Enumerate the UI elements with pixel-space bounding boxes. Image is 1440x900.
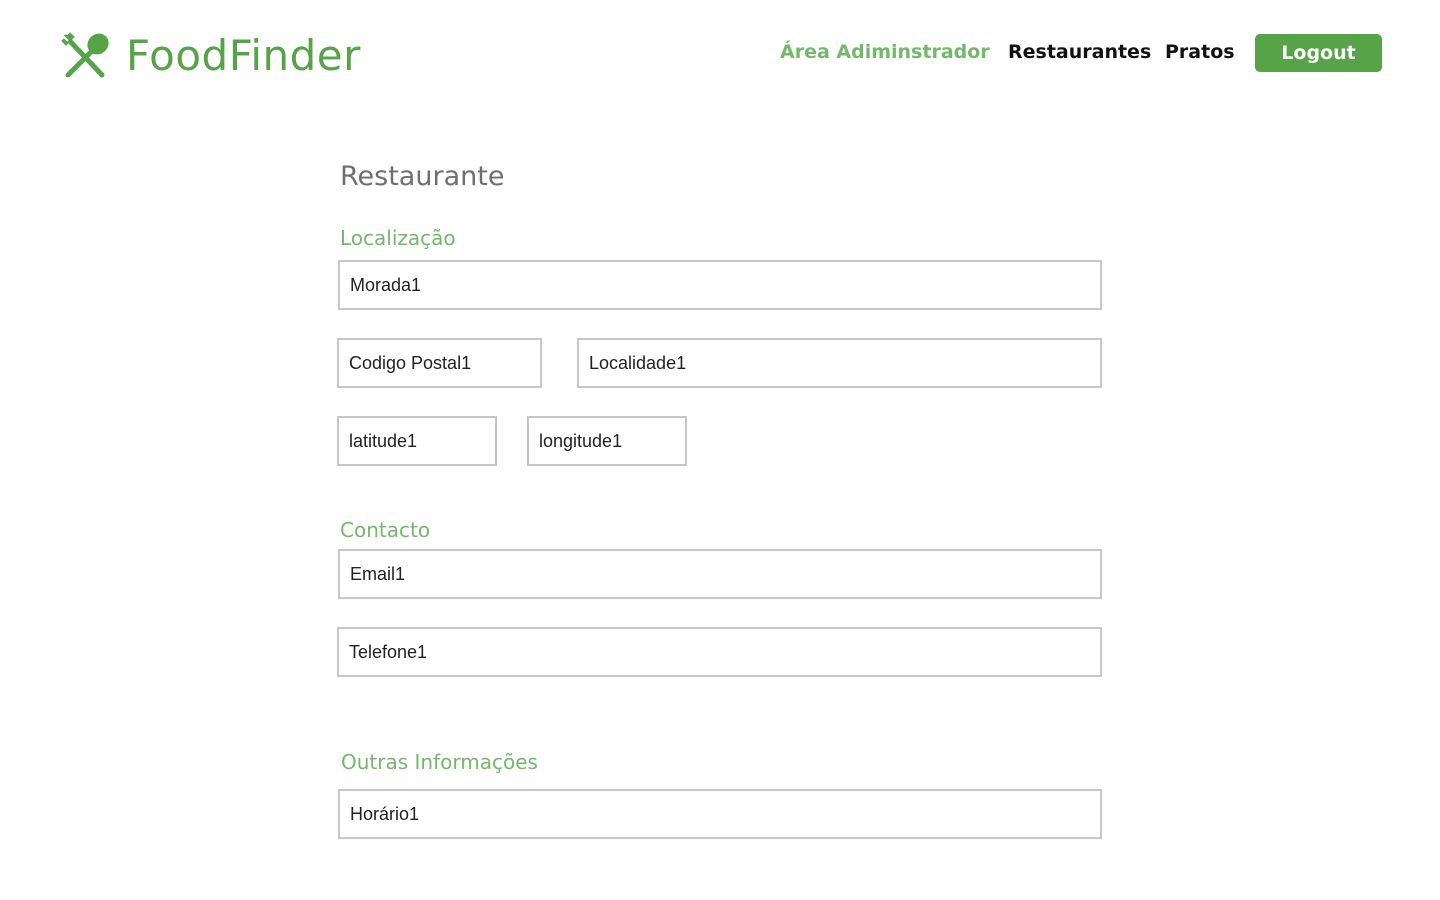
nav-link-dishes[interactable]: Pratos xyxy=(1165,40,1235,64)
email-input[interactable] xyxy=(338,549,1102,599)
logout-button[interactable]: Logout xyxy=(1255,34,1382,72)
latitude-input[interactable] xyxy=(337,416,497,466)
longitude-input[interactable] xyxy=(527,416,687,466)
section-heading-location: Localização xyxy=(340,226,456,250)
postal-code-input[interactable] xyxy=(337,338,542,388)
phone-input[interactable] xyxy=(337,627,1102,677)
section-heading-contact: Contacto xyxy=(340,518,431,542)
page-title: Restaurante xyxy=(340,161,505,192)
section-heading-other-info: Outras Informações xyxy=(341,750,538,774)
address-input[interactable] xyxy=(338,260,1102,310)
fork-spoon-icon xyxy=(61,32,109,78)
page: FoodFinder Área Adiminstrador Restaurant… xyxy=(0,0,1440,900)
locality-input[interactable] xyxy=(577,338,1102,388)
nav-link-restaurants[interactable]: Restaurantes xyxy=(1008,40,1151,64)
brand-name: FoodFinder xyxy=(126,31,361,80)
nav-link-admin-area[interactable]: Área Adiminstrador xyxy=(780,40,990,64)
brand-logo[interactable]: FoodFinder xyxy=(60,30,361,82)
schedule-input[interactable] xyxy=(338,789,1102,839)
